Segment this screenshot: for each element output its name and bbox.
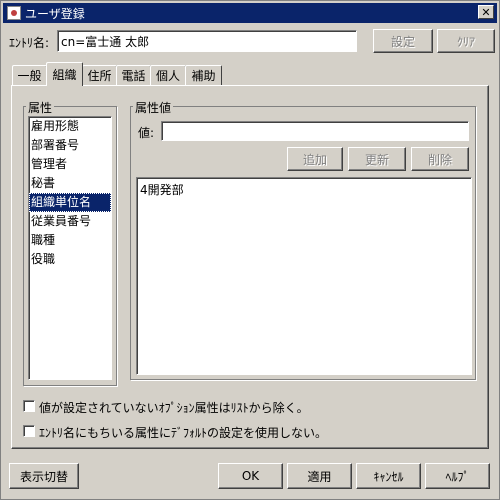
list-item[interactable]: 4開発部	[140, 182, 468, 198]
list-item[interactable]: 部署番号	[29, 136, 111, 155]
tab-personal[interactable]: 個人	[150, 65, 186, 85]
entry-name-input[interactable]	[57, 30, 357, 52]
list-item[interactable]: 従業員番号	[29, 212, 111, 231]
list-item[interactable]: 管理者	[29, 155, 111, 174]
attribute-list[interactable]: 雇用形態 部署番号 管理者 秘書 組織単位名 従業員番号 職種 役職	[28, 116, 112, 380]
tab-supplementary[interactable]: 補助	[185, 65, 222, 85]
close-icon: ✕	[481, 5, 491, 19]
attribute-group-title: 属性	[26, 99, 55, 116]
attribute-value-group-title: 属性値	[133, 99, 174, 116]
no-default-settings-label: ｴﾝﾄﾘ名にもちいる属性にﾃﾞﾌｫﾙﾄの設定を使用しない。	[39, 426, 328, 440]
help-button[interactable]: ﾍﾙﾌﾟ	[425, 463, 490, 489]
apply-button[interactable]: 適用	[287, 463, 352, 489]
list-item[interactable]: 秘書	[29, 174, 111, 193]
clear-button[interactable]: ｸﾘｱ	[437, 29, 495, 53]
entry-name-label: ｴﾝﾄﾘ名:	[9, 36, 50, 50]
tab-general[interactable]: 一般	[12, 65, 47, 85]
exclude-unset-optional-label: 値が設定されていないｵﾌﾟｼｮﾝ属性はﾘｽﾄから除く。	[39, 401, 309, 415]
cancel-button[interactable]: ｷｬﾝｾﾙ	[356, 463, 421, 489]
user-registration-dialog: ユーザ登録 ✕ ｴﾝﾄﾘ名: 設定 ｸﾘｱ 一般 組織 住所 電話 個人 補助 …	[0, 0, 500, 500]
list-item[interactable]: 職種	[29, 231, 111, 250]
tab-phone[interactable]: 電話	[116, 65, 151, 85]
no-default-settings-checkbox[interactable]	[23, 425, 35, 437]
window-title: ユーザ登録	[25, 6, 85, 21]
settings-button[interactable]: 設定	[373, 29, 433, 53]
value-label: 値:	[138, 126, 155, 140]
app-icon	[7, 6, 21, 20]
value-input[interactable]	[161, 121, 469, 141]
title-bar: ユーザ登録 ✕	[3, 3, 497, 23]
exclude-unset-optional-checkbox[interactable]	[23, 400, 35, 412]
tab-address[interactable]: 住所	[82, 65, 117, 85]
update-button[interactable]: 更新	[348, 147, 406, 171]
ok-button[interactable]: OK	[218, 463, 283, 489]
list-item[interactable]: 役職	[29, 250, 111, 269]
list-item-selected[interactable]: 組織単位名	[29, 193, 111, 212]
delete-button[interactable]: 削除	[411, 147, 469, 171]
add-button[interactable]: 追加	[287, 147, 343, 171]
toggle-view-button[interactable]: 表示切替	[9, 463, 79, 489]
tab-organization[interactable]: 組織	[46, 62, 83, 86]
list-item[interactable]: 雇用形態	[29, 117, 111, 136]
attribute-value-list[interactable]: 4開発部	[136, 177, 472, 375]
close-button[interactable]: ✕	[478, 5, 494, 19]
